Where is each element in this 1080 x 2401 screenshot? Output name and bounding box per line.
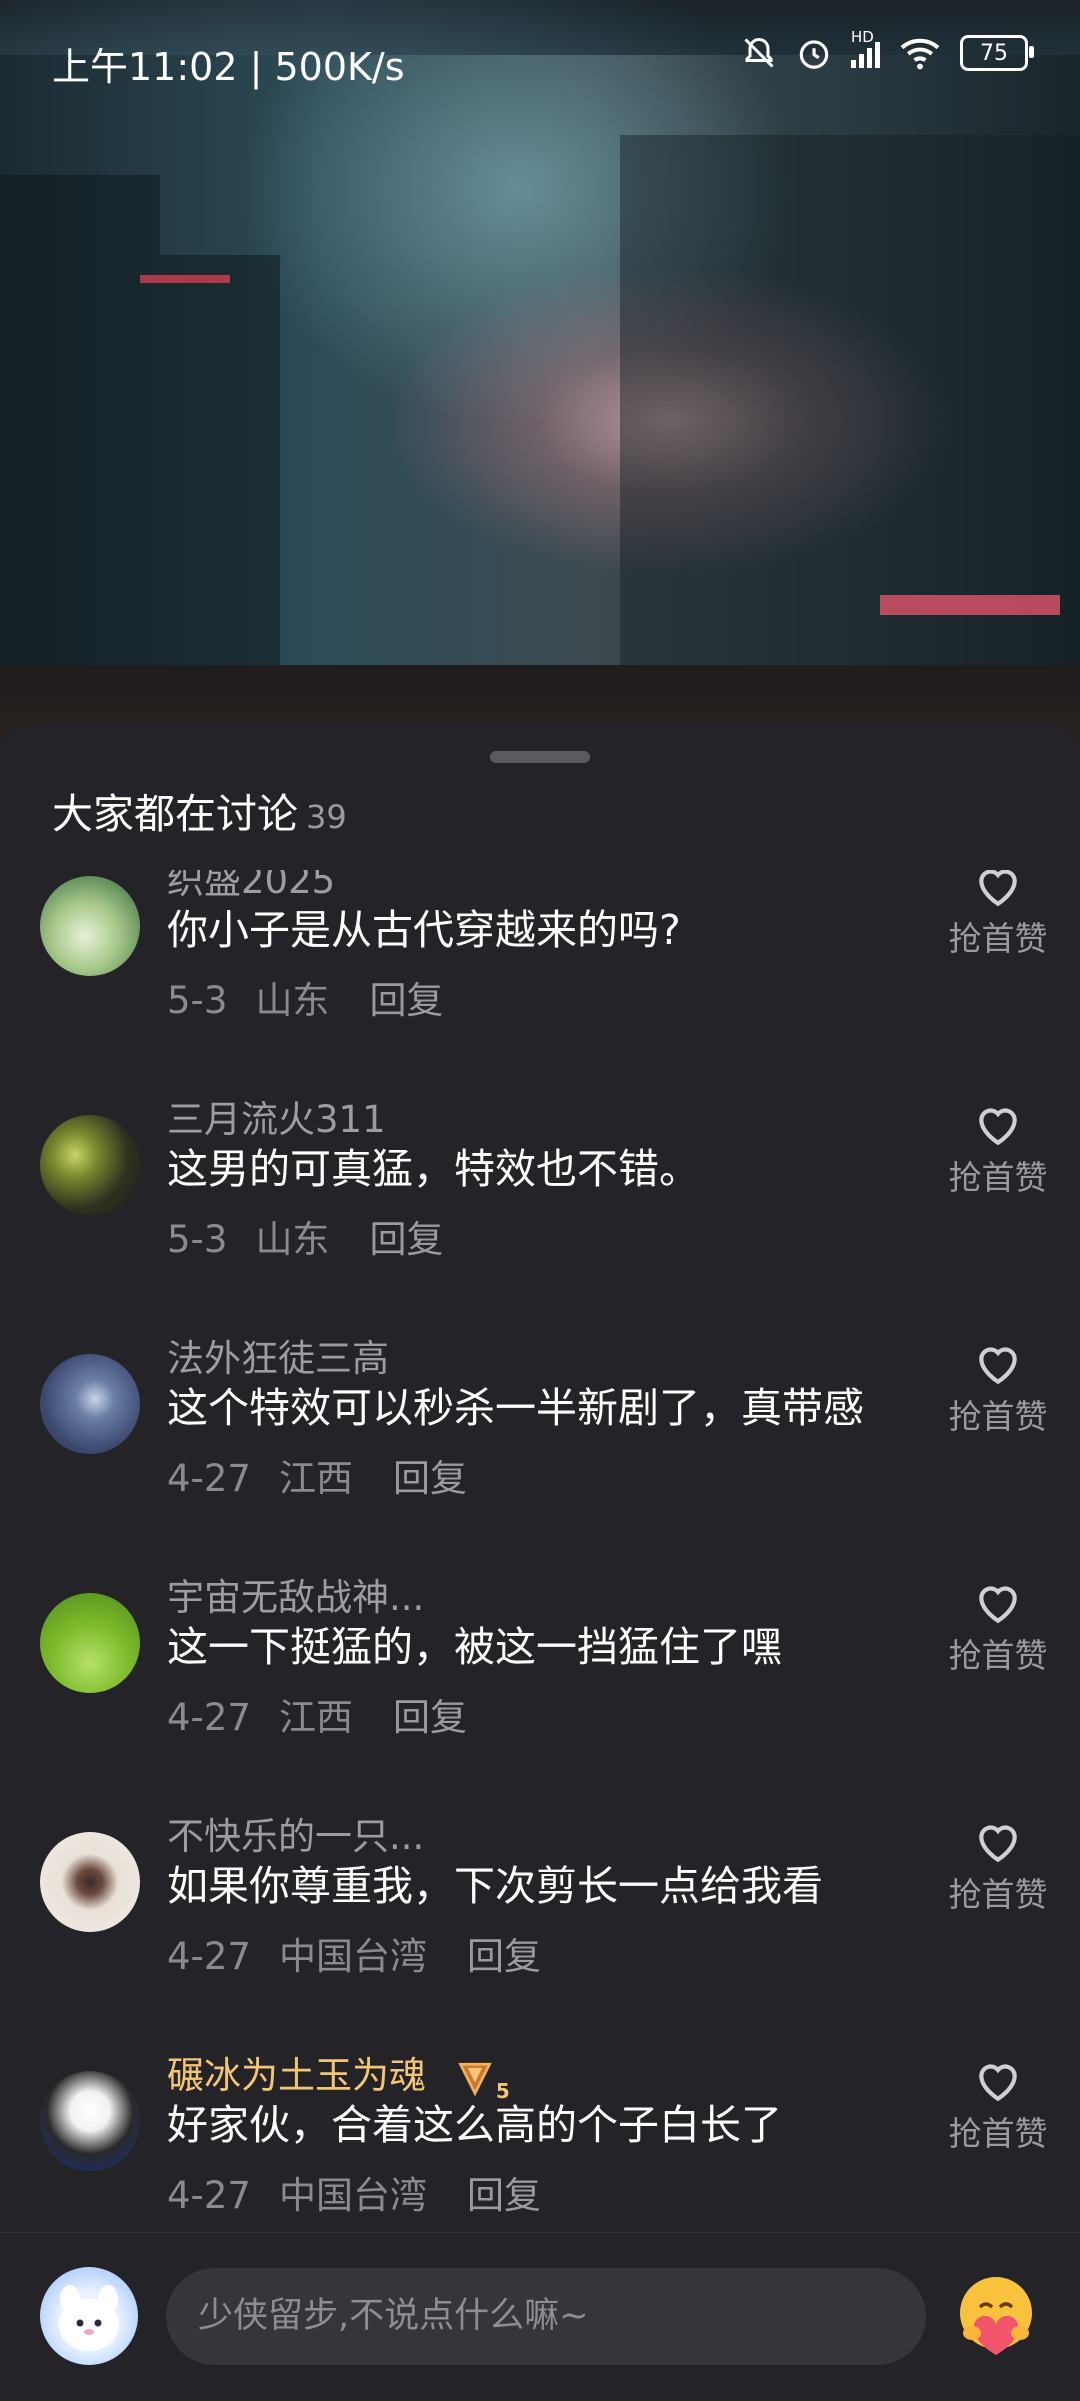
comment-count: 39 [306,798,347,836]
comment-meta: 5-3 山东 回复 [167,1209,471,1263]
comment-location: 江西 [278,1457,353,1500]
heart-icon [979,1347,1017,1385]
heart-icon [979,1108,1017,1146]
like-button[interactable]: 抢首赞 [940,1340,1056,1438]
hugging-emoji-icon [960,2277,1032,2355]
avatar[interactable] [40,1354,140,1454]
wifi-icon [900,38,940,70]
reply-button[interactable]: 回复 [467,1935,541,1978]
like-label: 抢首赞 [948,1397,1048,1436]
reply-button[interactable]: 回复 [393,1457,467,1500]
drag-handle[interactable] [490,751,590,763]
comment-text: 这个特效可以秒杀一半新剧了，真带感 [167,1384,864,1432]
alarm-icon [799,40,829,69]
reply-button[interactable]: 回复 [369,979,443,1022]
battery-level: 75 [980,40,1008,66]
hd-label: HD [851,28,874,46]
comment-text: 这一下挺猛的，被这一挡猛住了嘿 [167,1623,782,1671]
like-button[interactable]: 抢首赞 [940,1101,1056,1199]
comment-date: 5-3 [167,979,228,1022]
mute-bell-icon [744,37,774,68]
my-avatar[interactable] [40,2267,138,2365]
comment-date: 4-27 [167,1935,251,1978]
comment-sheet: 大家都在讨论 39 织盛2025 你小子是从古代穿越来的吗? 5-3 山东 回复 抢首… [0,725,1080,2400]
comment-meta: 5-3 山东 回复 [167,970,471,1024]
comment-text: 你小子是从古代穿越来的吗? [167,906,681,954]
comment-text: 如果你尊重我，下次剪长一点给我看 [167,1862,823,1910]
comment-input[interactable]: 少侠留步,不说点什么嘛~ [166,2268,926,2365]
comment-input-bar: 少侠留步,不说点什么嘛~ [0,2232,1080,2401]
neon-sign [880,595,1060,615]
signal-icon: HD [851,28,880,68]
avatar[interactable] [40,876,140,976]
avatar[interactable] [40,2071,140,2171]
cartoon-avatar-icon [59,2285,119,2351]
like-label: 抢首赞 [948,1158,1048,1197]
building-shape [0,175,160,665]
comment-location: 中国台湾 [278,1935,427,1978]
building-shape [620,135,1080,665]
building-shape [160,255,280,665]
comment-location: 山东 [255,979,330,1022]
heart-icon [979,2064,1017,2102]
comment-input-placeholder: 少侠留步,不说点什么嘛~ [198,2296,589,2336]
status-bar: 上午11:02 | 500K/s HD 75 [0,0,1080,120]
battery-icon: 75 [960,35,1034,71]
heart-icon [979,870,1017,907]
comment-location: 山东 [255,1218,330,1261]
like-button[interactable]: 抢首赞 [940,2057,1056,2155]
comment-location: 中国台湾 [278,2174,427,2217]
reply-button[interactable]: 回复 [467,2174,541,2217]
comment-item: 宇宙无敌战神... 这一下挺猛的，被这一挡猛住了嘿 4-27 江西 回复 抢首赞 [0,1567,1080,1806]
comment-date: 4-27 [167,2174,251,2217]
like-label: 抢首赞 [948,1875,1048,1914]
avatar[interactable] [40,1593,140,1693]
neon-sign [140,275,230,283]
heart-icon [979,1586,1017,1624]
comment-meta: 4-27 中国台湾 回复 [167,1926,569,1980]
comment-meta: 4-27 江西 回复 [167,1687,495,1741]
comment-item: 三月流火311 这男的可真猛，特效也不错。 5-3 山东 回复 抢首赞 [0,1089,1080,1328]
comment-list[interactable]: 织盛2025 你小子是从古代穿越来的吗? 5-3 山东 回复 抢首赞 三月流火311… [0,870,1080,2230]
reply-button[interactable]: 回复 [369,1218,443,1261]
comment-date: 5-3 [167,1218,228,1261]
comment-meta: 4-27 江西 回复 [167,1448,495,1502]
avatar[interactable] [40,1115,140,1215]
like-label: 抢首赞 [948,919,1048,958]
like-label: 抢首赞 [948,1636,1048,1675]
comment-meta: 4-27 中国台湾 回复 [167,2165,569,2219]
status-icons: HD 75 [741,28,1034,72]
status-time: 上午11:02 | 500K/s [52,45,405,89]
avatar[interactable] [40,1832,140,1932]
reply-button[interactable]: 回复 [393,1696,467,1739]
comment-date: 4-27 [167,1457,251,1500]
like-button[interactable]: 抢首赞 [940,870,1056,960]
comment-text: 这男的可真猛，特效也不错。 [167,1145,700,1193]
comment-date: 4-27 [167,1696,251,1739]
heart-icon [979,1825,1017,1863]
comment-item: 法外狂徒三高 这个特效可以秒杀一半新剧了，真带感 4-27 江西 回复 抢首赞 [0,1328,1080,1567]
comment-item: 不快乐的一只... 如果你尊重我，下次剪长一点给我看 4-27 中国台湾 回复 抢首… [0,1806,1080,2045]
emoji-button[interactable] [950,2271,1042,2363]
comment-location: 江西 [278,1696,353,1739]
like-button[interactable]: 抢首赞 [940,1818,1056,1916]
like-button[interactable]: 抢首赞 [940,1579,1056,1677]
sheet-title-text: 大家都在讨论 [52,790,298,838]
like-label: 抢首赞 [948,2114,1048,2153]
comment-text: 好家伙，合着这么高的个子白长了 [167,2101,782,2149]
sheet-title: 大家都在讨论 39 [52,780,347,840]
comment-item: 碾冰为土玉为魂 5 好家伙，合着这么高的个子白长了 4-27 中国台湾 回复 抢首赞 [0,2045,1080,2230]
comment-item: 织盛2025 你小子是从古代穿越来的吗? 5-3 山东 回复 抢首赞 [0,870,1080,1089]
video-frame[interactable] [0,55,1080,665]
